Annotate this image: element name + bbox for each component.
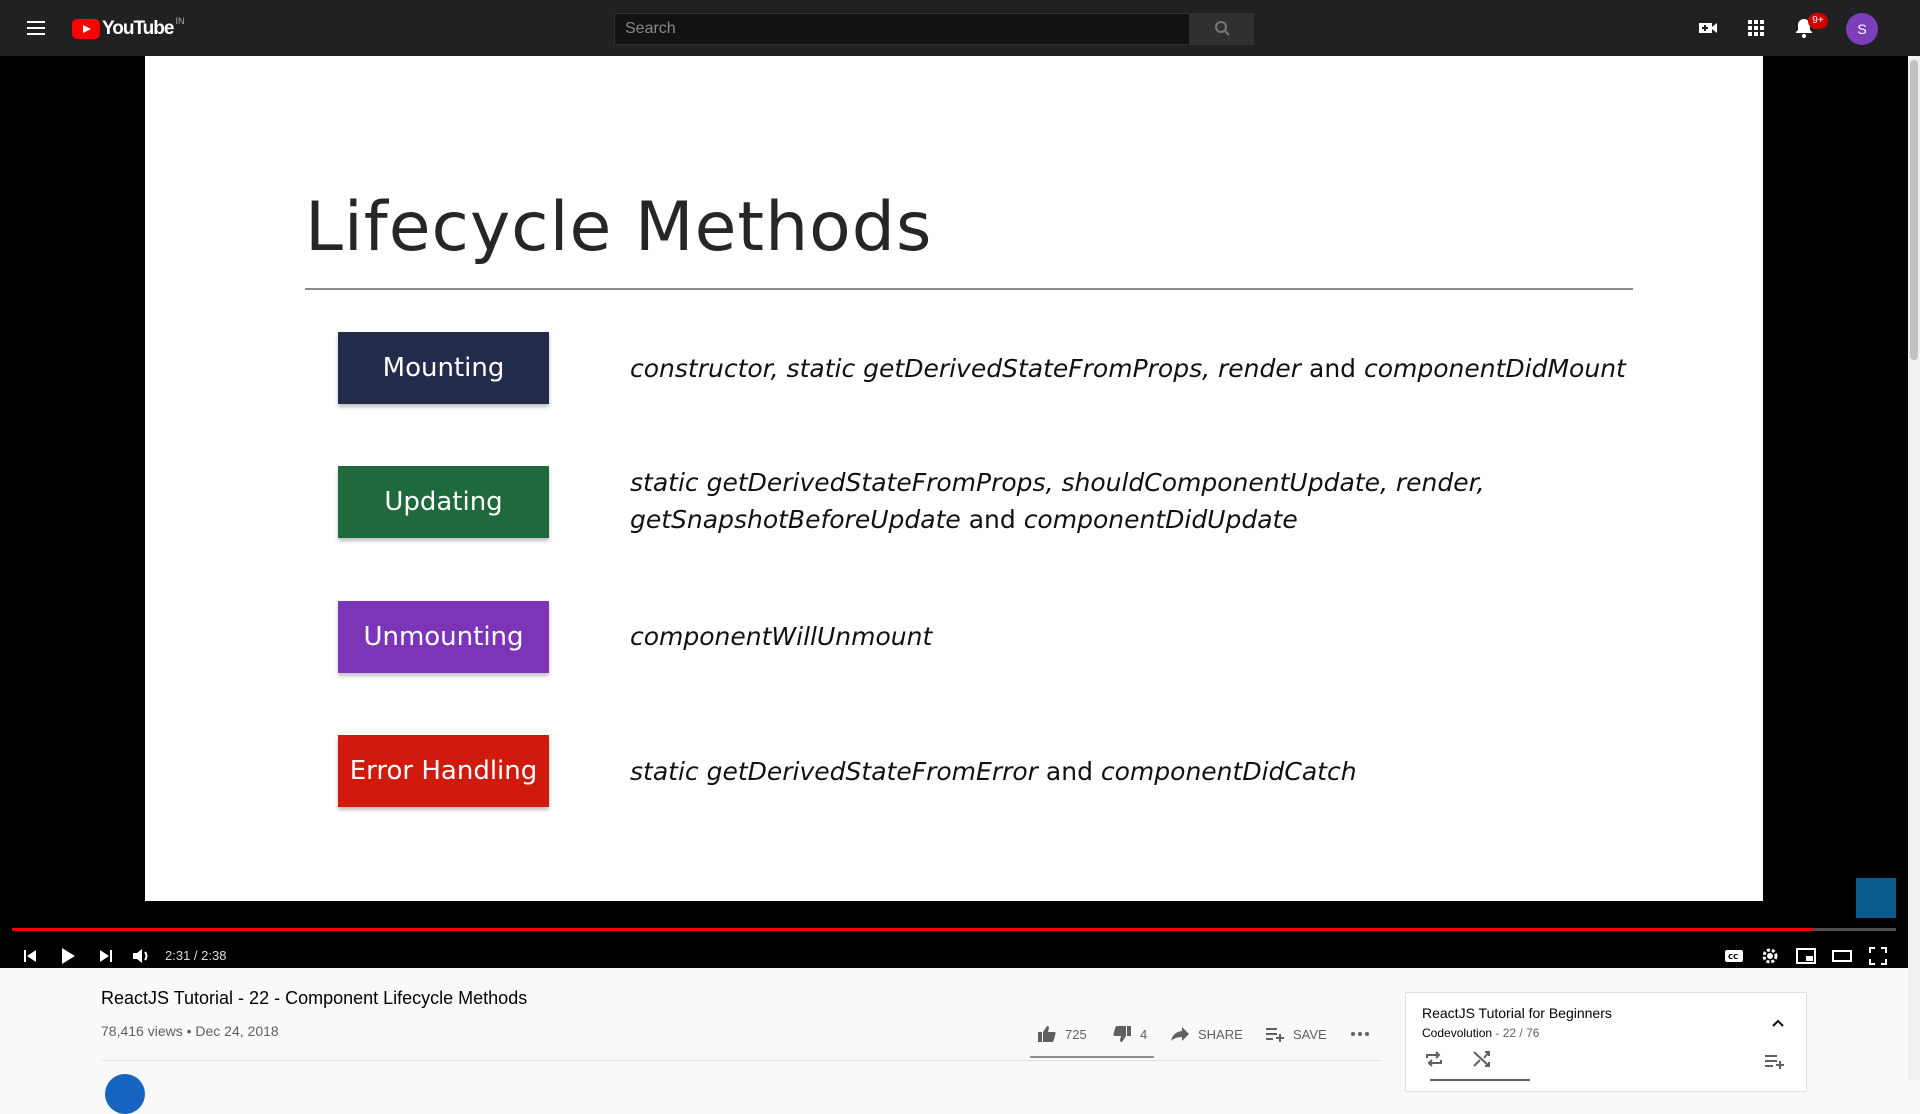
- shuffle-icon: [1473, 1051, 1490, 1067]
- closed-captions-icon: CC: [1725, 950, 1743, 962]
- search-button[interactable]: [1190, 13, 1254, 45]
- settings-button[interactable]: [1752, 938, 1788, 974]
- play-button[interactable]: [50, 938, 86, 974]
- playlist-panel: ReactJS Tutorial for Beginners Codevolut…: [1405, 992, 1807, 1092]
- masthead: YouTube IN 9+ S: [0, 0, 1920, 56]
- more-actions-button[interactable]: [1350, 1024, 1378, 1044]
- add-to-playlist-icon: [1266, 1028, 1284, 1042]
- play-icon: [62, 948, 75, 964]
- slide-divider: [305, 288, 1633, 290]
- phase-updating: Updating: [338, 466, 549, 538]
- more-horizontal-icon: [1351, 1032, 1369, 1036]
- progress-bar[interactable]: [12, 928, 1896, 933]
- volume-icon: [133, 949, 148, 963]
- fullscreen-button[interactable]: [1860, 938, 1896, 974]
- section-divider: [101, 1060, 1381, 1061]
- repeat-icon: [1426, 1051, 1442, 1067]
- playlist-title[interactable]: ReactJS Tutorial for Beginners: [1422, 1005, 1612, 1021]
- miniplayer-icon: [1796, 948, 1816, 964]
- share-label: SHARE: [1198, 1026, 1243, 1042]
- fullscreen-icon: [1869, 947, 1887, 965]
- methods-error-handling: static getDerivedStateFromError and comp…: [630, 757, 1357, 786]
- playlist-subtitle: Codevolution - 22 / 76: [1422, 1026, 1539, 1040]
- add-to-playlist-icon: [1765, 1055, 1784, 1069]
- save-playlist-button[interactable]: [1762, 1049, 1786, 1073]
- skip-previous-icon: [24, 950, 36, 962]
- search-box: [614, 13, 1190, 45]
- page-scrollbar[interactable]: [1908, 56, 1920, 1080]
- playlist-channel[interactable]: Codevolution: [1422, 1026, 1492, 1040]
- apps-grid-icon[interactable]: [1744, 16, 1768, 40]
- theater-mode-icon: [1832, 950, 1852, 962]
- chevron-up-icon: [1772, 1019, 1784, 1027]
- channel-avatar[interactable]: [105, 1074, 145, 1114]
- menu-icon[interactable]: [24, 16, 48, 40]
- miniplayer-button[interactable]: [1788, 938, 1824, 974]
- svg-text:CC: CC: [1728, 953, 1738, 961]
- save-button[interactable]: SAVE: [1265, 1024, 1327, 1044]
- methods-mounting: constructor, static getDerivedStateFromP…: [630, 354, 1626, 383]
- share-arrow-icon: [1171, 1027, 1189, 1041]
- like-count: 725: [1065, 1026, 1087, 1042]
- share-button[interactable]: SHARE: [1170, 1024, 1243, 1044]
- video-player[interactable]: Lifecycle Methods Mounting constructor, …: [0, 56, 1908, 968]
- dislike-button[interactable]: 4: [1112, 1024, 1147, 1044]
- volume-button[interactable]: [124, 938, 160, 974]
- notification-badge: 9+: [1808, 13, 1828, 29]
- search-input[interactable]: [614, 13, 1190, 45]
- previous-button[interactable]: [12, 938, 48, 974]
- scrollbar-thumb[interactable]: [1910, 60, 1918, 360]
- shuffle-playlist-button[interactable]: [1470, 1047, 1494, 1071]
- phase-mounting: Mounting: [338, 332, 549, 404]
- video-frame-slide: Lifecycle Methods Mounting constructor, …: [145, 56, 1763, 901]
- gear-icon: [1762, 948, 1778, 964]
- playlist-tab-indicator: [1430, 1079, 1530, 1081]
- like-button[interactable]: 725: [1037, 1024, 1087, 1044]
- subtitles-button[interactable]: CC: [1716, 938, 1752, 974]
- thumbs-down-icon: [1113, 1026, 1131, 1042]
- logo-text: YouTube: [102, 18, 174, 39]
- sentiment-bar: [1030, 1056, 1154, 1058]
- country-code: IN: [175, 16, 185, 26]
- create-video-icon[interactable]: [1696, 16, 1720, 40]
- phase-unmounting: Unmounting: [338, 601, 549, 673]
- loop-playlist-button[interactable]: [1422, 1047, 1446, 1071]
- next-button[interactable]: [88, 938, 124, 974]
- dislike-count: 4: [1140, 1026, 1148, 1042]
- youtube-logo[interactable]: YouTube IN: [72, 16, 185, 40]
- slide-title: Lifecycle Methods: [305, 188, 933, 267]
- time-display: 2:31 / 2:38: [165, 948, 227, 963]
- search-icon: [1215, 21, 1230, 36]
- video-views-date: 78,416 views • Dec 24, 2018: [101, 1023, 279, 1039]
- phase-error-handling: Error Handling: [338, 735, 549, 807]
- account-avatar[interactable]: S: [1846, 13, 1878, 45]
- video-title: ReactJS Tutorial - 22 - Component Lifecy…: [101, 988, 528, 1008]
- youtube-play-logo-icon: [72, 19, 100, 39]
- theater-mode-button[interactable]: [1824, 938, 1860, 974]
- playlist-position: - 22 / 76: [1492, 1026, 1540, 1040]
- channel-watermark[interactable]: [1856, 878, 1896, 918]
- save-label: SAVE: [1293, 1026, 1327, 1042]
- skip-next-icon: [100, 950, 112, 962]
- methods-unmounting: componentWillUnmount: [630, 622, 933, 651]
- thumbs-up-icon: [1038, 1026, 1056, 1042]
- collapse-playlist-button[interactable]: [1766, 1011, 1790, 1035]
- methods-updating: static getDerivedStateFromProps, shouldC…: [630, 468, 1485, 534]
- progress-played: [12, 928, 1814, 931]
